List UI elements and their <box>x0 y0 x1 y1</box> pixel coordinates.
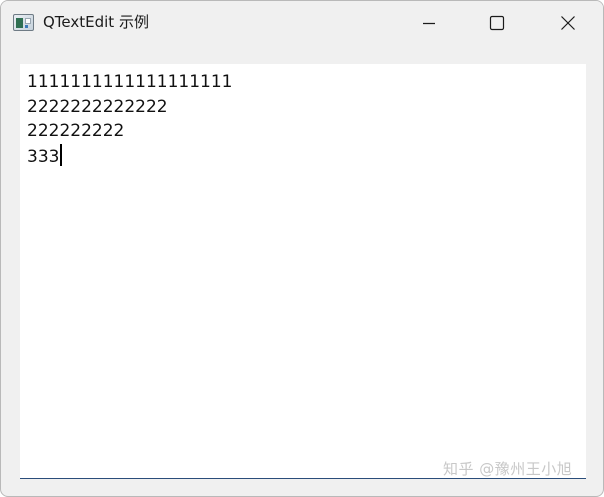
text-line-3: 222222222 <box>27 121 125 141</box>
text-line-4-wrapper: 333 <box>27 143 233 169</box>
app-window: QTextEdit 示例 1111111111111111111 2222222… <box>0 0 604 497</box>
text-line-1: 1111111111111111111 <box>27 72 233 92</box>
maximize-button[interactable] <box>462 1 532 45</box>
app-window-icon[interactable] <box>13 14 34 31</box>
window-title: QTextEdit 示例 <box>43 13 149 31</box>
watermark: 知乎 @豫州王小旭 <box>443 460 573 478</box>
close-icon <box>561 16 575 30</box>
close-button[interactable] <box>533 1 603 45</box>
text-line-4: 333 <box>27 146 60 167</box>
maximize-icon <box>489 15 505 31</box>
title-bar[interactable]: QTextEdit 示例 <box>1 1 603 45</box>
text-edit-content[interactable]: 1111111111111111111 2222222222222 222222… <box>27 70 233 168</box>
text-caret <box>60 143 63 166</box>
minimize-icon <box>423 22 435 25</box>
minimize-button[interactable] <box>394 1 464 45</box>
text-line-2: 2222222222222 <box>27 96 168 117</box>
text-edit[interactable]: 1111111111111111111 2222222222222 222222… <box>20 64 586 479</box>
